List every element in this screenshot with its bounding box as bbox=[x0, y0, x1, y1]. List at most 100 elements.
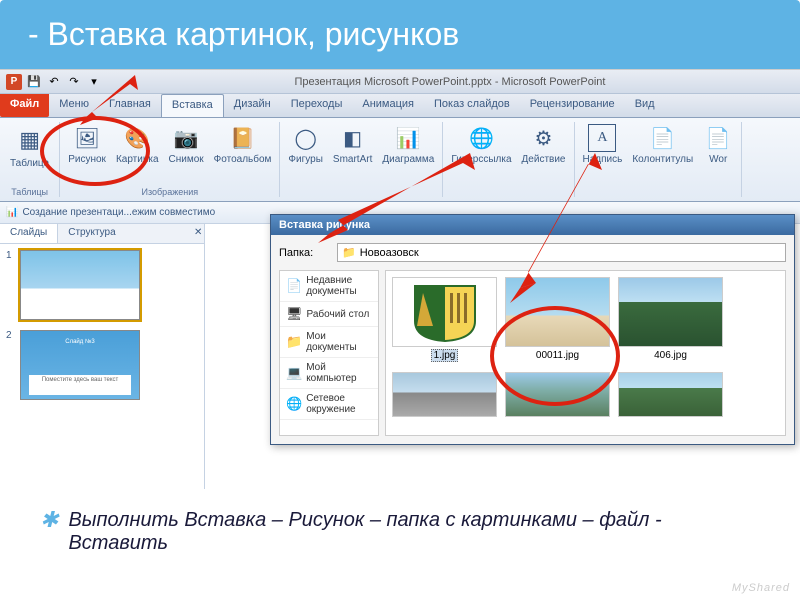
qat-more-icon[interactable]: ▾ bbox=[86, 74, 102, 90]
tab-menu[interactable]: Меню bbox=[49, 94, 99, 117]
file-name: 00011.jpg bbox=[533, 349, 582, 362]
recent-icon: 📄 bbox=[286, 278, 302, 294]
clipart-button[interactable]: 🎨Картинка bbox=[112, 122, 163, 197]
headerfooter-icon: 📄 bbox=[649, 124, 677, 152]
wordart-icon: 📄 bbox=[704, 124, 732, 152]
hyperlink-button[interactable]: 🌐Гиперссылка bbox=[447, 122, 515, 197]
tab-design[interactable]: Дизайн bbox=[224, 94, 281, 117]
table-button[interactable]: ▦Таблица bbox=[4, 122, 55, 197]
shapes-label: Фигуры bbox=[288, 154, 322, 165]
picture-button[interactable]: 🖼Рисунок bbox=[64, 122, 110, 197]
quick-access-toolbar: P 💾 ↶ ↷ ▾ Презентация Microsoft PowerPoi… bbox=[0, 70, 800, 94]
headerfooter-label: Колонтитулы bbox=[632, 154, 693, 165]
group-label-tables: Таблицы bbox=[0, 187, 59, 197]
panel-tab-slides[interactable]: Слайды bbox=[0, 224, 58, 243]
tab-slideshow[interactable]: Показ слайдов bbox=[424, 94, 520, 117]
file-thumb bbox=[505, 277, 610, 347]
dialog-title: Вставка рисунка bbox=[271, 215, 794, 235]
smartart-icon: ◧ bbox=[339, 124, 367, 152]
folder-select[interactable]: 📁 Новоазовск bbox=[337, 243, 786, 262]
slide-thumb-1[interactable]: 1 bbox=[6, 250, 198, 320]
slide-thumbnails: 1 2 Слайд №3 Поместите здесь ваш текст bbox=[0, 244, 204, 489]
powerpoint-icon: P bbox=[6, 74, 22, 90]
action-label: Действие bbox=[522, 154, 566, 165]
file-item-3[interactable]: 406.jpg bbox=[618, 277, 723, 362]
chart-button[interactable]: 📊 Диаграмма bbox=[378, 122, 438, 197]
slide-thumb-2[interactable]: 2 Слайд №3 Поместите здесь ваш текст bbox=[6, 330, 198, 400]
files-row bbox=[392, 372, 779, 419]
file-thumb bbox=[392, 372, 497, 417]
thumb-title: Слайд №3 bbox=[65, 339, 94, 345]
file-thumb bbox=[392, 277, 497, 347]
doc-title-text: Создание презентаци...ежим совместимо bbox=[22, 207, 215, 218]
place-label: Мой компьютер bbox=[306, 362, 372, 384]
tab-home[interactable]: Главная bbox=[99, 94, 161, 117]
insert-picture-dialog: Вставка рисунка Папка: 📁 Новоазовск 📄Нед… bbox=[270, 214, 795, 445]
file-item-5[interactable] bbox=[505, 372, 610, 419]
place-documents[interactable]: 📁Мои документы bbox=[280, 327, 378, 358]
dialog-body: Папка: 📁 Новоазовск 📄Недавние документы … bbox=[271, 235, 794, 444]
screenshot-label: Снимок bbox=[169, 154, 204, 165]
file-thumb bbox=[618, 277, 723, 347]
shapes-button[interactable]: ◯Фигуры bbox=[284, 122, 326, 197]
chart-label: Диаграмма bbox=[382, 154, 434, 165]
action-icon: ⚙ bbox=[530, 124, 558, 152]
screenshot-area: P 💾 ↶ ↷ ▾ Презентация Microsoft PowerPoi… bbox=[0, 69, 800, 489]
emblem-icon bbox=[405, 281, 485, 343]
smartart-button[interactable]: ◧ SmartArt bbox=[329, 122, 376, 197]
panel-tab-outline[interactable]: Структура bbox=[58, 224, 125, 243]
group-label-images: Изображения bbox=[60, 187, 279, 197]
smartart-label: SmartArt bbox=[333, 154, 372, 165]
file-item-4[interactable] bbox=[392, 372, 497, 419]
chart-icon: 📊 bbox=[394, 124, 422, 152]
files-row: 1.jpg 00011.jpg 406.jpg bbox=[392, 277, 779, 362]
clipart-label: Картинка bbox=[116, 154, 159, 165]
file-item-6[interactable] bbox=[618, 372, 723, 419]
place-recent[interactable]: 📄Недавние документы bbox=[280, 271, 378, 302]
ribbon-group-illustrations: ◯Фигуры ◧ SmartArt 📊 Диаграмма bbox=[280, 122, 443, 197]
folder-label: Папка: bbox=[279, 247, 329, 259]
file-name: 406.jpg bbox=[651, 349, 690, 362]
folder-row: Папка: 📁 Новоазовск bbox=[279, 243, 786, 262]
picture-icon: 🖼 bbox=[73, 124, 101, 152]
tab-animation[interactable]: Анимация bbox=[352, 94, 424, 117]
tab-review[interactable]: Рецензирование bbox=[520, 94, 625, 117]
place-label: Сетевое окружение bbox=[306, 393, 372, 415]
thumb-subtitle: Поместите здесь ваш текст bbox=[29, 375, 131, 395]
action-button[interactable]: ⚙ Действие bbox=[518, 122, 570, 197]
file-thumb bbox=[618, 372, 723, 417]
window-title: Презентация Microsoft PowerPoint.pptx - … bbox=[106, 76, 794, 88]
folder-value: Новоазовск bbox=[360, 247, 419, 259]
undo-icon[interactable]: ↶ bbox=[46, 74, 62, 90]
hyperlink-icon: 🌐 bbox=[467, 124, 495, 152]
thumb-num: 1 bbox=[6, 250, 16, 320]
redo-icon[interactable]: ↷ bbox=[66, 74, 82, 90]
panel-close-icon[interactable]: ✕ bbox=[184, 224, 204, 243]
documents-icon: 📁 bbox=[286, 334, 302, 350]
ribbon-group-tables: ▦Таблица Таблицы bbox=[0, 122, 60, 197]
tab-view[interactable]: Вид bbox=[625, 94, 665, 117]
file-item-2[interactable]: 00011.jpg bbox=[505, 277, 610, 362]
ribbon-tabs: Файл Меню Главная Вставка Дизайн Переход… bbox=[0, 94, 800, 118]
save-icon[interactable]: 💾 bbox=[26, 74, 42, 90]
tab-file[interactable]: Файл bbox=[0, 94, 49, 117]
place-desktop[interactable]: 🖥 Рабочий стол bbox=[280, 302, 378, 327]
album-button[interactable]: 📔Фотоальбом bbox=[210, 122, 276, 197]
textbox-button[interactable]: AНадпись bbox=[579, 122, 627, 197]
thumb-num: 2 bbox=[6, 330, 16, 400]
textbox-icon: A bbox=[588, 124, 616, 152]
slides-panel: Слайды Структура ✕ 1 2 Слайд №3 Поместит… bbox=[0, 224, 205, 489]
place-computer[interactable]: 💻Мой компьютер bbox=[280, 358, 378, 389]
headerfooter-button[interactable]: 📄 Колонтитулы bbox=[628, 122, 697, 197]
place-label: Рабочий стол bbox=[307, 309, 370, 320]
screenshot-button[interactable]: 📷Снимок bbox=[165, 122, 208, 197]
places-bar: 📄Недавние документы 🖥 Рабочий стол 📁Мои д… bbox=[279, 270, 379, 436]
file-item-1[interactable]: 1.jpg bbox=[392, 277, 497, 362]
tab-transitions[interactable]: Переходы bbox=[281, 94, 353, 117]
place-label: Недавние документы bbox=[306, 275, 372, 297]
place-network[interactable]: 🌐Сетевое окружение bbox=[280, 389, 378, 420]
wordart-button[interactable]: 📄Wor bbox=[699, 122, 737, 197]
tab-insert[interactable]: Вставка bbox=[161, 94, 224, 117]
table-label: Таблица bbox=[10, 158, 49, 169]
desktop-icon: 🖥 bbox=[286, 306, 303, 322]
